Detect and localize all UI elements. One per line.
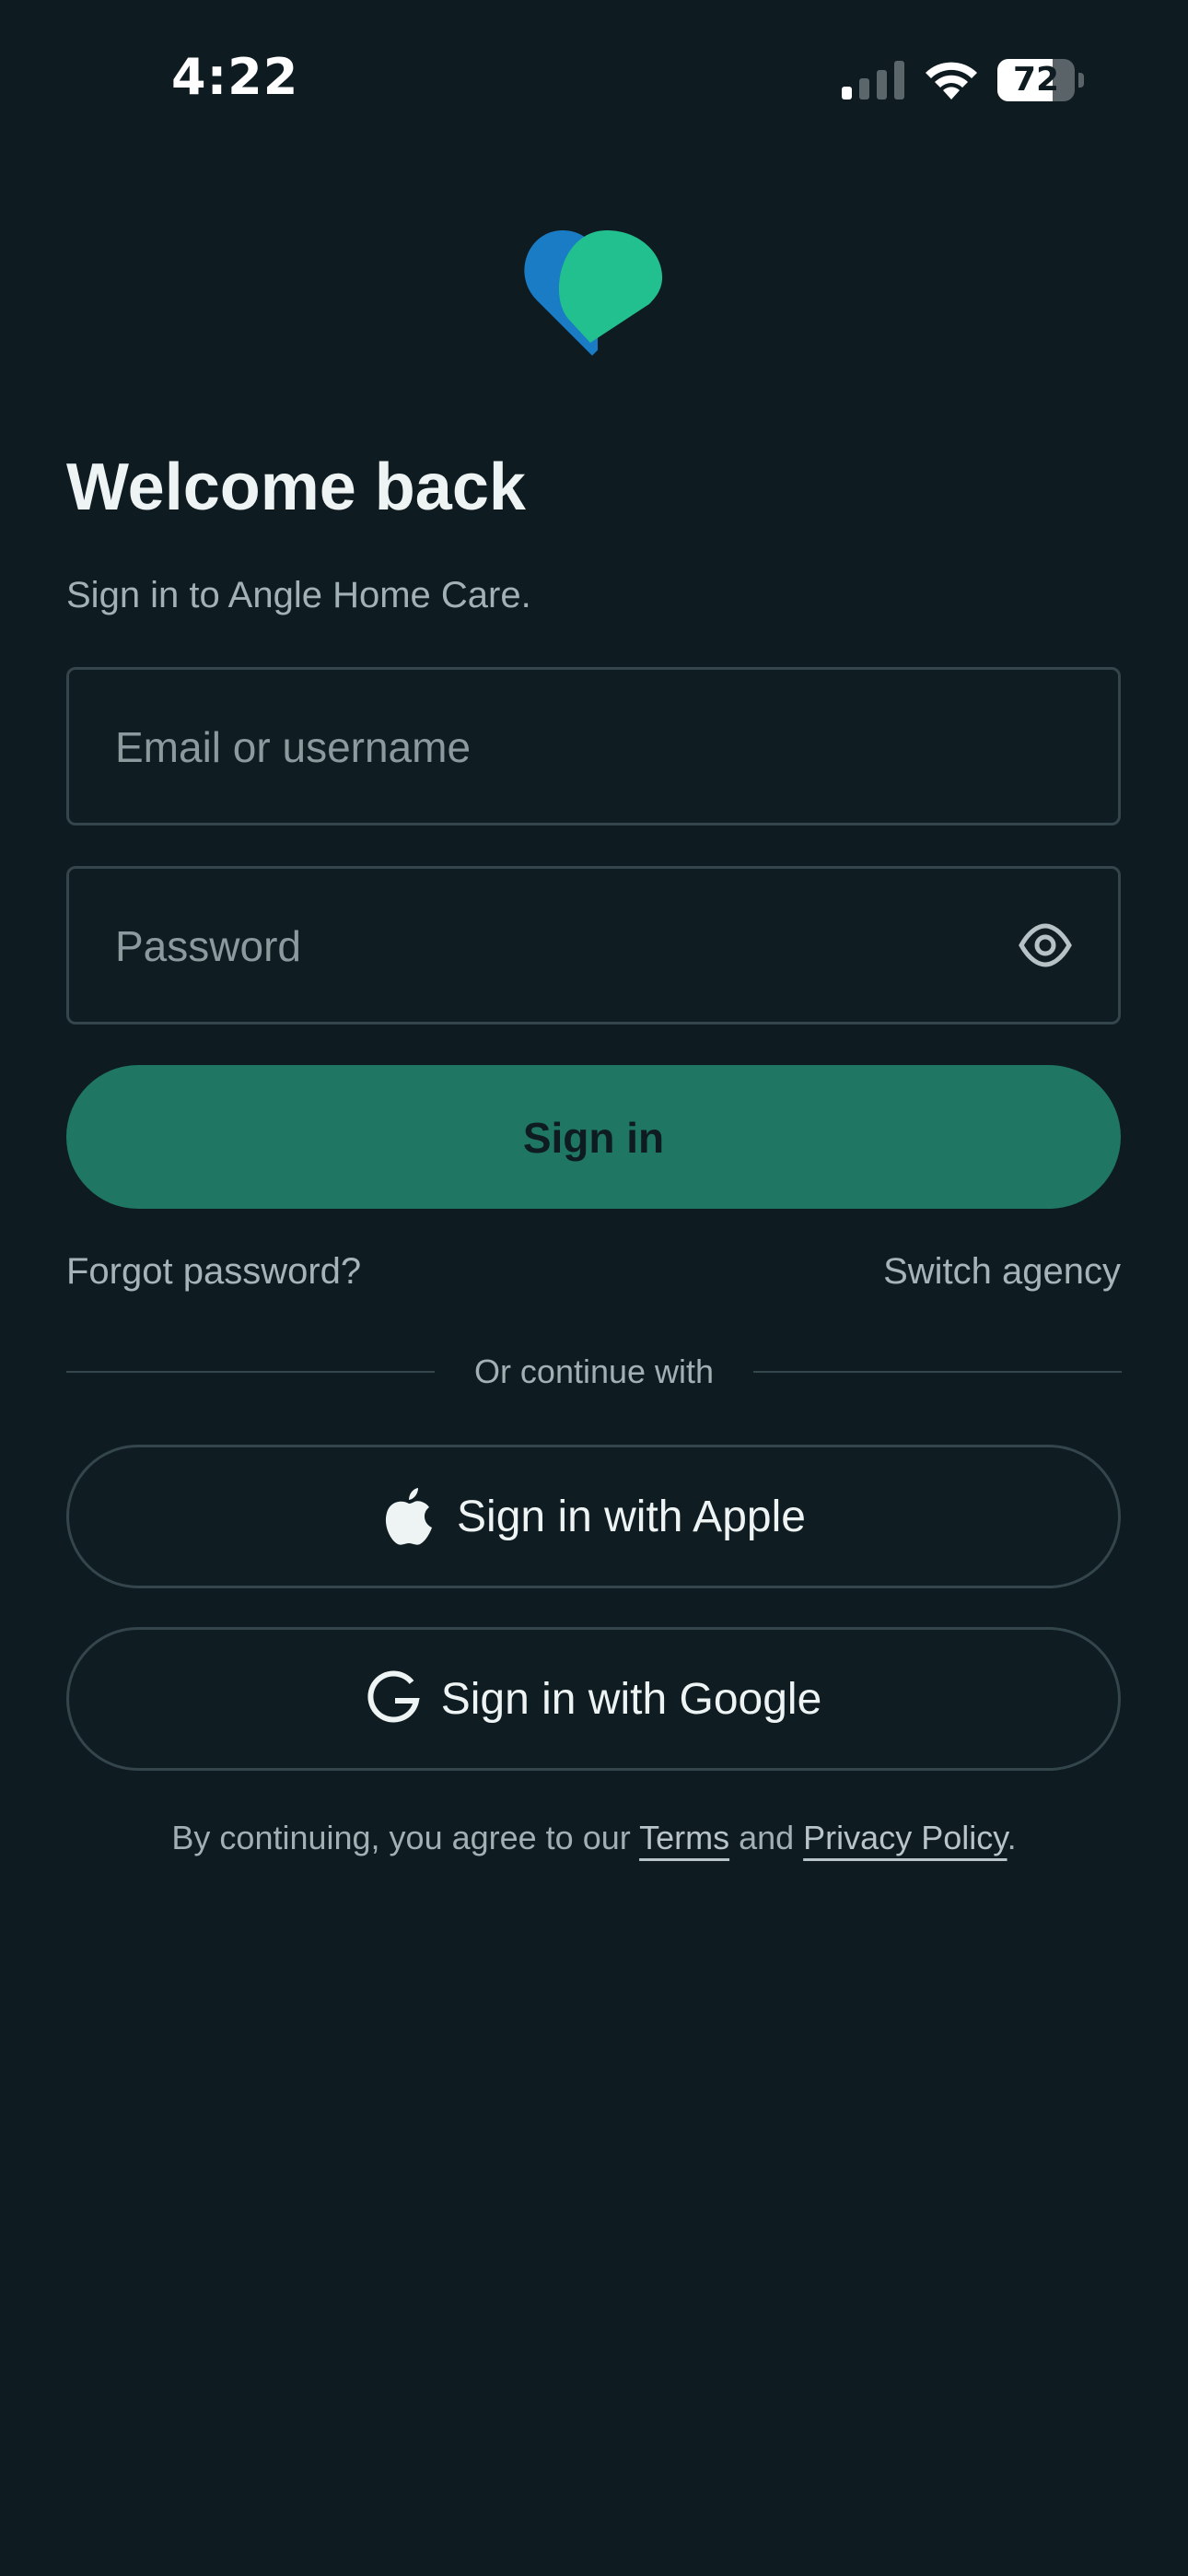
apple-button-label: Sign in with Apple [457,1492,806,1541]
email-field[interactable] [66,667,1121,825]
legal-suffix: . [1007,1819,1017,1856]
password-input[interactable] [113,869,1038,1024]
battery-level: 72 [1012,61,1060,99]
divider-line-left [66,1371,435,1373]
battery-tip [1078,73,1084,88]
heart-logo-icon [524,230,663,356]
divider-label: Or continue with [473,1352,715,1390]
legal-prefix: By continuing, you agree to our [171,1819,640,1856]
apple-icon [385,1488,433,1545]
legal-and: and [729,1819,804,1856]
google-icon [367,1670,420,1723]
wifi-icon [926,62,977,100]
battery-body: 72 [997,59,1075,101]
status-bar: 4:22 72 [0,0,1188,157]
eye-icon[interactable] [1019,921,1072,969]
forgot-password-link[interactable]: Forgot password? [66,1251,361,1293]
privacy-policy-link[interactable]: Privacy Policy [803,1819,1007,1856]
sign-in-with-google-button[interactable]: Sign in with Google [66,1627,1121,1771]
switch-agency-link[interactable]: Switch agency [883,1251,1121,1293]
divider-line-right [753,1371,1122,1373]
sign-in-button[interactable]: Sign in [66,1065,1121,1209]
email-input[interactable] [113,670,1038,825]
legal-notice: By continuing, you agree to our Terms an… [0,1819,1188,1857]
sign-in-with-apple-button[interactable]: Sign in with Apple [66,1445,1121,1588]
battery-indicator: 72 [997,59,1084,101]
cellular-signal-icon [842,61,904,100]
page-subtitle: Sign in to Angle Home Care. [66,575,531,615]
terms-link[interactable]: Terms [639,1819,729,1856]
password-field[interactable] [66,866,1121,1025]
google-button-label: Sign in with Google [440,1674,822,1724]
status-time: 4:22 [171,48,299,106]
page-title: Welcome back [66,451,526,524]
